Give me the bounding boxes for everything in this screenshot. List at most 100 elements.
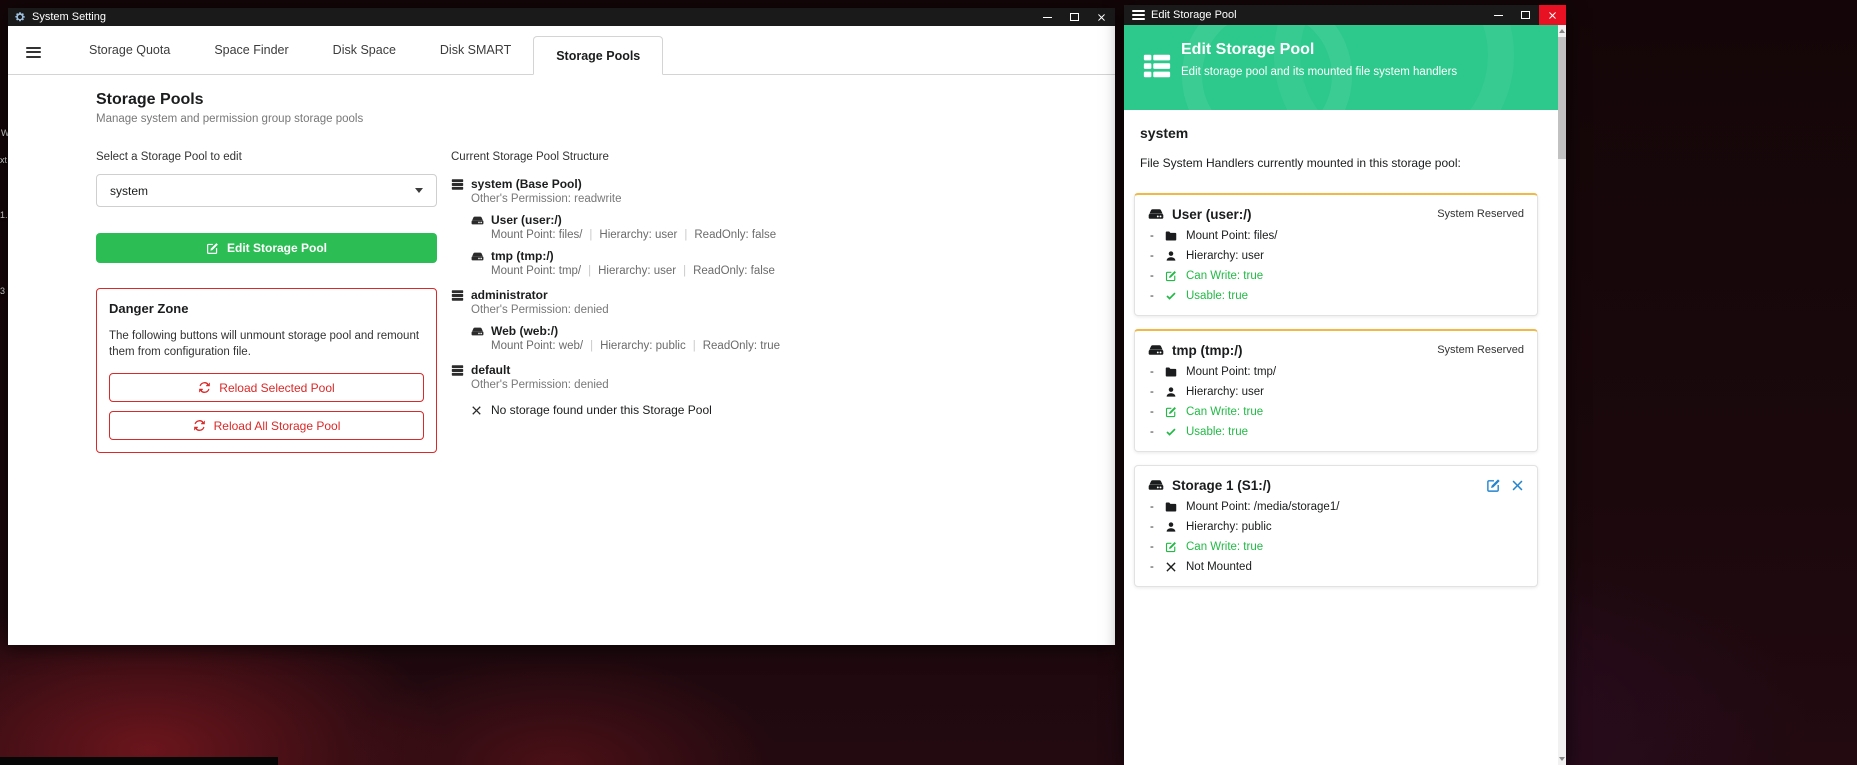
window-title: Edit Storage Pool <box>1151 9 1237 21</box>
storage-readonly: ReadOnly: true <box>703 340 780 352</box>
handler-row: - Usable: true <box>1148 290 1524 302</box>
page-subtitle: Manage system and permission group stora… <box>96 113 363 125</box>
separator: | <box>693 340 696 352</box>
scrollbar-down-icon[interactable] <box>1559 757 1565 761</box>
handler-row: - Mount Point: files/ <box>1148 230 1524 242</box>
handler-row: - Usable: true <box>1148 426 1524 438</box>
tab-storage-pools[interactable]: Storage Pools <box>533 36 663 75</box>
danger-zone-description: The following buttons will unmount stora… <box>109 328 423 360</box>
handler-row-text: Usable: true <box>1186 290 1248 302</box>
tab-storage-quota[interactable]: Storage Quota <box>67 26 192 74</box>
tab-label: Storage Quota <box>89 43 170 57</box>
chevron-down-icon <box>415 188 423 193</box>
handler-card-storage1: Storage 1 (S1:/) - Mount Point: /media/s… <box>1134 465 1538 587</box>
handler-name: Storage 1 (S1:/) <box>1172 478 1271 493</box>
reload-selected-pool-button[interactable]: Reload Selected Pool <box>109 373 424 402</box>
edit-storage-pool-button[interactable]: Edit Storage Pool <box>96 233 437 263</box>
system-setting-titlebar[interactable]: System Setting <box>8 8 1115 26</box>
separator: | <box>590 340 593 352</box>
hamburger-menu-icon[interactable] <box>26 47 41 58</box>
row-dash: - <box>1150 290 1156 302</box>
handler-row: - Can Write: true <box>1148 541 1524 553</box>
structure-title: Current Storage Pool Structure <box>451 151 780 163</box>
page-title: Storage Pools <box>96 91 204 109</box>
pool-name: default <box>471 363 510 377</box>
close-button[interactable] <box>1088 8 1115 26</box>
settings-tabbar: Storage Quota Space Finder Disk Space Di… <box>8 26 1115 75</box>
edit-icon <box>1165 270 1177 282</box>
edit-pool-body: system File System Handlers currently mo… <box>1124 110 1558 765</box>
server-icon <box>451 289 464 302</box>
storage-readonly: ReadOnly: false <box>693 265 775 277</box>
scrollbar-up-icon[interactable] <box>1559 29 1565 33</box>
maximize-button[interactable] <box>1512 5 1539 25</box>
minimize-icon <box>1043 17 1052 18</box>
handler-row: - Not Mounted <box>1148 561 1524 573</box>
maximize-icon <box>1521 11 1530 19</box>
edit-pool-titlebar[interactable]: Edit Storage Pool <box>1124 5 1566 25</box>
user-icon <box>1165 521 1177 533</box>
edit-handler-button[interactable] <box>1486 478 1501 493</box>
handler-row-text: Can Write: true <box>1186 270 1263 282</box>
tab-disk-smart[interactable]: Disk SMART <box>418 26 533 74</box>
storage-name: Web (web:/) <box>491 324 558 338</box>
minimize-button[interactable] <box>1485 5 1512 25</box>
storage-mount: Mount Point: web/ <box>491 340 583 352</box>
row-dash: - <box>1150 426 1156 438</box>
maximize-button[interactable] <box>1061 8 1088 26</box>
tab-space-finder[interactable]: Space Finder <box>192 26 310 74</box>
edit-storage-pool-window: Edit Storage Pool Edit Storage Pool Edit… <box>1124 5 1566 765</box>
pool-child: User (user:/) Mount Point: files/|Hierar… <box>471 213 780 241</box>
pool-empty-message: No storage found under this Storage Pool <box>471 403 780 417</box>
storage-pools-panel: Storage Pools Manage system and permissi… <box>8 75 1115 644</box>
refresh-icon <box>198 381 211 394</box>
select-pool-label: Select a Storage Pool to edit <box>96 151 437 163</box>
pool-name: system (Base Pool) <box>471 177 582 191</box>
system-reserved-badge: System Reserved <box>1437 344 1524 356</box>
th-list-icon <box>1142 51 1172 81</box>
handler-row: - Mount Point: /media/storage1/ <box>1148 501 1524 513</box>
row-dash: - <box>1150 270 1156 282</box>
tab-label: Disk Space <box>333 43 396 57</box>
minimize-button[interactable] <box>1034 8 1061 26</box>
storage-pool-select[interactable]: system <box>96 174 437 207</box>
handler-row-text: Hierarchy: user <box>1186 250 1264 262</box>
desktop-icon-label-fragment: 3 <box>0 286 5 296</box>
hdd-icon <box>471 325 484 338</box>
handler-row: - Can Write: true <box>1148 270 1524 282</box>
row-dash: - <box>1150 501 1156 513</box>
edit-icon <box>1165 406 1177 418</box>
maximize-icon <box>1070 13 1079 21</box>
danger-zone-title: Danger Zone <box>109 301 424 316</box>
remove-handler-button[interactable] <box>1511 479 1524 492</box>
storage-mount: Mount Point: tmp/ <box>491 265 581 277</box>
folder-icon <box>1165 366 1177 378</box>
handler-row-text: Mount Point: files/ <box>1186 230 1277 242</box>
close-button[interactable] <box>1539 5 1566 25</box>
storage-name: User (user:/) <box>491 213 562 227</box>
handler-row-text: Mount Point: /media/storage1/ <box>1186 501 1339 513</box>
pool-structure-column: Current Storage Pool Structure system (B… <box>451 151 780 428</box>
server-icon <box>451 364 464 377</box>
handler-row-text: Can Write: true <box>1186 406 1263 418</box>
refresh-icon <box>193 419 206 432</box>
separator: | <box>589 229 592 241</box>
reload-all-pool-button[interactable]: Reload All Storage Pool <box>109 411 424 440</box>
user-icon <box>1165 250 1177 262</box>
storage-pool-select-value: system <box>110 184 148 198</box>
pool-child: tmp (tmp:/) Mount Point: tmp/|Hierarchy:… <box>471 249 780 277</box>
edit-pool-banner: Edit Storage Pool Edit storage pool and … <box>1124 25 1558 110</box>
system-setting-window: System Setting Storage Quota Space Finde… <box>8 8 1115 645</box>
pool-edit-column: Select a Storage Pool to edit system Edi… <box>96 151 437 453</box>
pool-name-heading: system <box>1140 125 1542 141</box>
tab-disk-space[interactable]: Disk Space <box>311 26 418 74</box>
row-dash: - <box>1150 561 1156 573</box>
banner-title: Edit Storage Pool <box>1181 41 1314 59</box>
scrollbar-thumb[interactable] <box>1558 37 1566 159</box>
hdd-icon <box>1148 477 1164 493</box>
edit-icon <box>206 242 219 255</box>
scrollbar[interactable] <box>1558 25 1566 765</box>
reload-all-pool-label: Reload All Storage Pool <box>214 419 341 433</box>
storage-readonly: ReadOnly: false <box>694 229 776 241</box>
close-icon <box>1097 13 1106 22</box>
